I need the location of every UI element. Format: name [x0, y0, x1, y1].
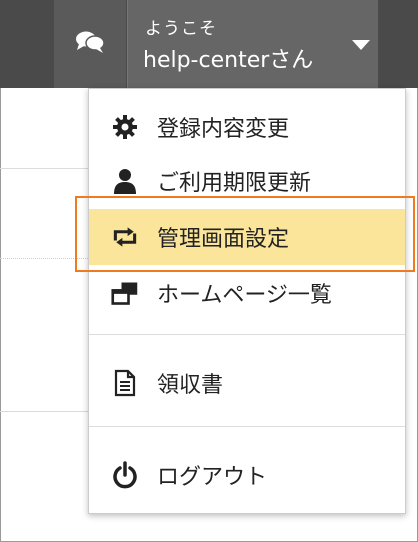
- background-divider: [0, 411, 90, 412]
- menu-item-profile-edit[interactable]: 登録内容変更: [89, 99, 405, 155]
- menu-item-admin-settings[interactable]: 管理画面設定: [89, 209, 405, 265]
- user-dropdown-menu: 登録内容変更 ご利用期限更新 管理画面設定 ホームページ一覧 領収書 ログアウト: [88, 88, 406, 514]
- power-icon: [111, 461, 139, 489]
- menu-item-logout[interactable]: ログアウト: [89, 447, 405, 503]
- menu-separator: [89, 426, 405, 427]
- person-icon: [111, 167, 139, 195]
- document-icon: [111, 369, 139, 397]
- menu-item-label: 登録内容変更: [157, 117, 290, 142]
- menu-item-renew-period[interactable]: ご利用期限更新: [89, 153, 405, 209]
- chat-bubbles-icon: [75, 30, 105, 58]
- menu-item-receipt[interactable]: 領収書: [89, 355, 405, 411]
- background-divider: [0, 258, 90, 259]
- caret-down-icon: [352, 40, 370, 50]
- menu-separator: [89, 334, 405, 335]
- background-divider: [0, 168, 90, 169]
- user-menu-button[interactable]: ようこそ help-centerさん: [128, 0, 378, 88]
- windows-icon: [111, 279, 139, 307]
- swap-arrows-icon: [111, 223, 139, 251]
- username-text: help-centerさん: [143, 48, 314, 73]
- menu-item-label: 管理画面設定: [157, 227, 290, 252]
- menu-item-label: ログアウト: [157, 465, 268, 490]
- greeting-text: ようこそ: [145, 19, 217, 39]
- menu-item-homepage-list[interactable]: ホームページ一覧: [89, 265, 405, 321]
- menu-item-label: ご利用期限更新: [157, 171, 312, 196]
- menu-item-label: 領収書: [157, 373, 224, 398]
- chat-button[interactable]: [54, 0, 126, 88]
- menu-item-label: ホームページ一覧: [157, 283, 332, 308]
- gear-icon: [111, 113, 139, 141]
- top-bar: ようこそ help-centerさん: [0, 0, 418, 88]
